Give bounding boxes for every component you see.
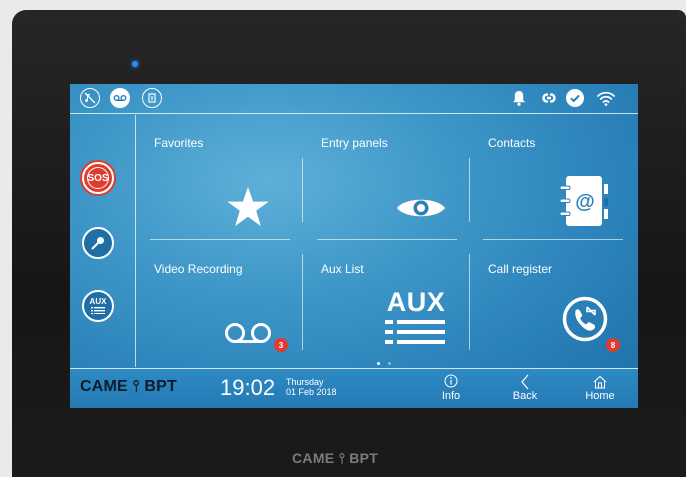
tile-video-recording[interactable]: Video Recording 3 bbox=[152, 258, 290, 368]
tile-favorites[interactable]: Favorites bbox=[152, 132, 290, 242]
tile-call-register[interactable]: Call register 8 bbox=[486, 258, 624, 368]
brand-logo: CAME ⫯ BPT bbox=[80, 378, 177, 395]
bezel-logo: CAME ⫯ BPT bbox=[292, 450, 379, 466]
bottom-bar: CAME ⫯ BPT 19:02 Thursday 01 Feb 2018 In… bbox=[70, 368, 638, 408]
page-dot[interactable] bbox=[388, 362, 391, 365]
notification-badge: 8 bbox=[606, 338, 620, 352]
key-button[interactable] bbox=[82, 227, 114, 259]
home-icon bbox=[575, 372, 625, 390]
wifi-icon[interactable] bbox=[596, 88, 616, 108]
key-icon bbox=[91, 237, 104, 250]
call-register-icon bbox=[562, 296, 608, 342]
sidebar: SOS AUX bbox=[70, 115, 136, 367]
weekday: Thursday bbox=[286, 377, 324, 387]
status-led bbox=[132, 61, 138, 67]
tile-contacts[interactable]: Contacts @ bbox=[486, 132, 624, 242]
bell-icon[interactable] bbox=[511, 88, 531, 108]
address-book-icon: @ bbox=[559, 176, 608, 226]
voicemail-icon bbox=[225, 323, 271, 343]
date: 01 Feb 2018 bbox=[286, 387, 337, 397]
link-icon[interactable] bbox=[538, 88, 558, 108]
page-dot-active[interactable] bbox=[377, 362, 380, 365]
home-label: Home bbox=[585, 390, 615, 402]
voicemail-icon[interactable] bbox=[110, 88, 130, 108]
info-icon bbox=[426, 372, 476, 390]
sos-label: SOS bbox=[87, 167, 109, 189]
touch-screen: SOS AUX Favorites Entry panels Contacts … bbox=[70, 84, 638, 408]
tile-label: Entry panels bbox=[321, 136, 388, 150]
check-icon[interactable] bbox=[566, 89, 584, 107]
tile-label: Call register bbox=[488, 262, 553, 276]
tile-label: Contacts bbox=[488, 136, 536, 150]
grid-divider bbox=[302, 158, 303, 222]
clock-time: 19:02 bbox=[220, 375, 276, 400]
info-label: Info bbox=[441, 390, 461, 402]
grid-divider bbox=[469, 158, 470, 222]
aux-label: AUX bbox=[89, 297, 107, 306]
tile-label: Favorites bbox=[154, 136, 204, 150]
back-button[interactable]: Back bbox=[500, 372, 550, 406]
tile-label: Aux List bbox=[321, 262, 364, 276]
sos-button[interactable]: SOS bbox=[82, 162, 114, 194]
tile-aux-list[interactable]: Aux List AUX bbox=[319, 258, 457, 368]
aux-icon: AUX bbox=[381, 288, 451, 350]
star-icon bbox=[227, 187, 269, 226]
aux-icon: AUX bbox=[89, 297, 107, 314]
grid-divider bbox=[469, 254, 470, 350]
aux-icon-text: AUX bbox=[386, 287, 446, 317]
status-bar bbox=[70, 84, 638, 114]
tile-entry-panels[interactable]: Entry panels bbox=[319, 132, 457, 242]
home-button[interactable]: Home bbox=[575, 372, 625, 406]
info-button[interactable]: Info bbox=[426, 372, 476, 406]
notification-badge: 3 bbox=[274, 338, 288, 352]
back-label: Back bbox=[512, 390, 538, 402]
grid-divider bbox=[302, 254, 303, 350]
tile-label: Video Recording bbox=[154, 262, 243, 276]
chevron-left-icon bbox=[500, 372, 550, 390]
eye-icon bbox=[397, 199, 445, 217]
door-icon[interactable] bbox=[142, 88, 162, 108]
aux-button[interactable]: AUX bbox=[82, 290, 114, 322]
mute-icon[interactable] bbox=[80, 88, 100, 108]
svg-text:@: @ bbox=[575, 191, 595, 213]
clock-date: Thursday 01 Feb 2018 bbox=[286, 377, 337, 397]
